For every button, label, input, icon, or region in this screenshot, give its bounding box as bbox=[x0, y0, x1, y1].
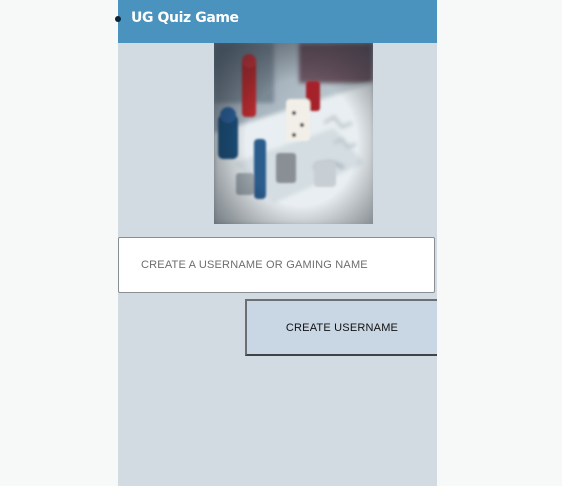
hero-image bbox=[214, 43, 373, 224]
app-container: UG Quiz Game CREATE A USERNAME OR GAMING… bbox=[115, 0, 437, 486]
username-input[interactable] bbox=[118, 237, 435, 293]
app-title: UG Quiz Game bbox=[131, 10, 239, 26]
board-game-image bbox=[214, 43, 373, 224]
app-header: UG Quiz Game bbox=[115, 0, 437, 43]
bullet-icon bbox=[115, 16, 121, 22]
create-username-button[interactable]: CREATE USERNAME bbox=[245, 299, 437, 356]
